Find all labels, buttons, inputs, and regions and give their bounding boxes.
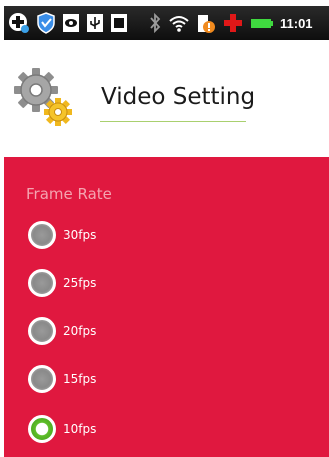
radio-option-label: 25fps xyxy=(63,276,97,290)
eye-icon xyxy=(62,12,80,34)
radio-option-label: 30fps xyxy=(63,228,97,242)
frame-rate-panel: Frame Rate 30fps 25fps 20fps 15fps 10fps xyxy=(4,157,329,457)
radio-option-20fps[interactable]: 20fps xyxy=(28,315,96,347)
radio-option-label: 20fps xyxy=(63,324,97,338)
gear-icon xyxy=(12,66,74,128)
bluetooth-icon xyxy=(148,12,162,34)
radio-option-label: 15fps xyxy=(63,372,97,386)
download-icon xyxy=(110,12,128,34)
page-title: Video Setting xyxy=(101,84,256,110)
radio-button[interactable] xyxy=(28,317,56,345)
page-header: Video Setting xyxy=(0,40,329,157)
radio-button[interactable] xyxy=(28,221,56,249)
usb-icon xyxy=(86,12,104,34)
battery-icon xyxy=(250,12,274,34)
radio-button[interactable] xyxy=(28,415,56,443)
cross-icon xyxy=(222,12,244,34)
alert-icon xyxy=(196,12,216,34)
radio-button[interactable] xyxy=(28,269,56,297)
video-setting-screen: 11:01 Video Setting Frame Rate 30fps 25f… xyxy=(0,0,329,457)
title-underline xyxy=(100,121,246,122)
frame-rate-label: Frame Rate xyxy=(26,185,112,203)
radio-option-30fps[interactable]: 30fps xyxy=(28,219,96,251)
radio-option-25fps[interactable]: 25fps xyxy=(28,267,96,299)
status-bar: 11:01 xyxy=(4,6,329,40)
shield-icon xyxy=(36,12,56,34)
radio-button[interactable] xyxy=(28,365,56,393)
radio-option-label: 10fps xyxy=(63,422,97,436)
add-icon xyxy=(8,12,30,34)
status-time: 11:01 xyxy=(280,15,313,31)
wifi-icon xyxy=(168,12,190,34)
radio-option-10fps[interactable]: 10fps xyxy=(28,413,96,445)
radio-option-15fps[interactable]: 15fps xyxy=(28,363,96,395)
